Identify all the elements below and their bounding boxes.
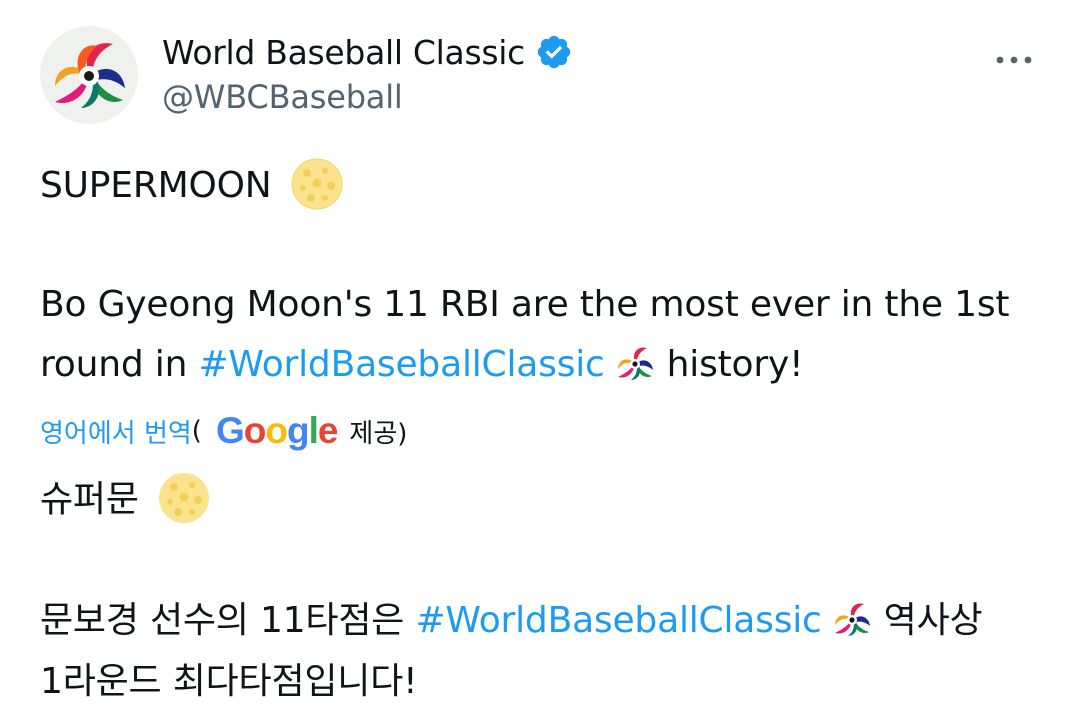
translation-attribution: 영어에서 번역 ( Google 제공)	[40, 409, 407, 453]
google-letter: e	[317, 410, 339, 451]
translate-link[interactable]: 영어에서 번역	[40, 413, 192, 450]
google-letter: G	[215, 410, 245, 451]
wbc-logo-hashflag	[834, 603, 870, 636]
display-name[interactable]: World Baseball Classic	[162, 33, 525, 72]
hashtag-link[interactable]: #WorldBaseballClassic	[198, 344, 604, 385]
handle[interactable]: @WBCBaseball	[162, 78, 573, 116]
wbc-logo-icon	[55, 43, 125, 108]
open-paren: (	[191, 416, 202, 446]
google-letter: o	[265, 410, 288, 451]
tweet-line-2: Bo Gyeong Moon's 11 RBI are the most eve…	[40, 284, 1010, 325]
wbc-logo-hashflag	[617, 347, 653, 380]
avatar[interactable]	[40, 26, 138, 124]
tweet-line-1: SUPERMOON	[40, 158, 343, 210]
google-logo: Google	[215, 410, 339, 452]
tweet-line-3-pre: round in	[40, 344, 188, 385]
tweet-line-1-text: SUPERMOON	[40, 165, 272, 206]
provided-by-label: 제공)	[349, 418, 408, 449]
tweet-line-3-post: history!	[666, 344, 804, 385]
translated-line-3: 1라운드 최다타점입니다!	[40, 661, 418, 702]
translated-line-2: 문보경 선수의 11타점은 #WorldBaseballClassic 역사상	[40, 591, 983, 644]
display-name-row: World Baseball Classic	[162, 30, 573, 74]
verified-badge-icon	[537, 35, 571, 69]
google-letter: o	[243, 410, 267, 451]
tweet-line-3: round in #WorldBaseballClassic history!	[40, 344, 804, 388]
tweet-header: World Baseball Classic @WBCBaseball	[40, 26, 1040, 126]
more-options-icon[interactable]	[994, 44, 1034, 74]
full-moon-emoji	[159, 473, 210, 523]
translated-line-2-post: 역사상	[883, 600, 983, 641]
hashtag-link[interactable]: #WorldBaseballClassic	[415, 600, 821, 641]
translated-line-2-pre: 문보경 선수의 11타점은	[40, 600, 405, 641]
google-letter: g	[286, 410, 310, 451]
google-letter: l	[308, 410, 319, 451]
account-names: World Baseball Classic @WBCBaseball	[162, 30, 573, 116]
translated-line-1-text: 슈퍼문	[40, 479, 139, 520]
full-moon-emoji	[291, 158, 343, 210]
translated-line-1: 슈퍼문	[40, 470, 210, 524]
